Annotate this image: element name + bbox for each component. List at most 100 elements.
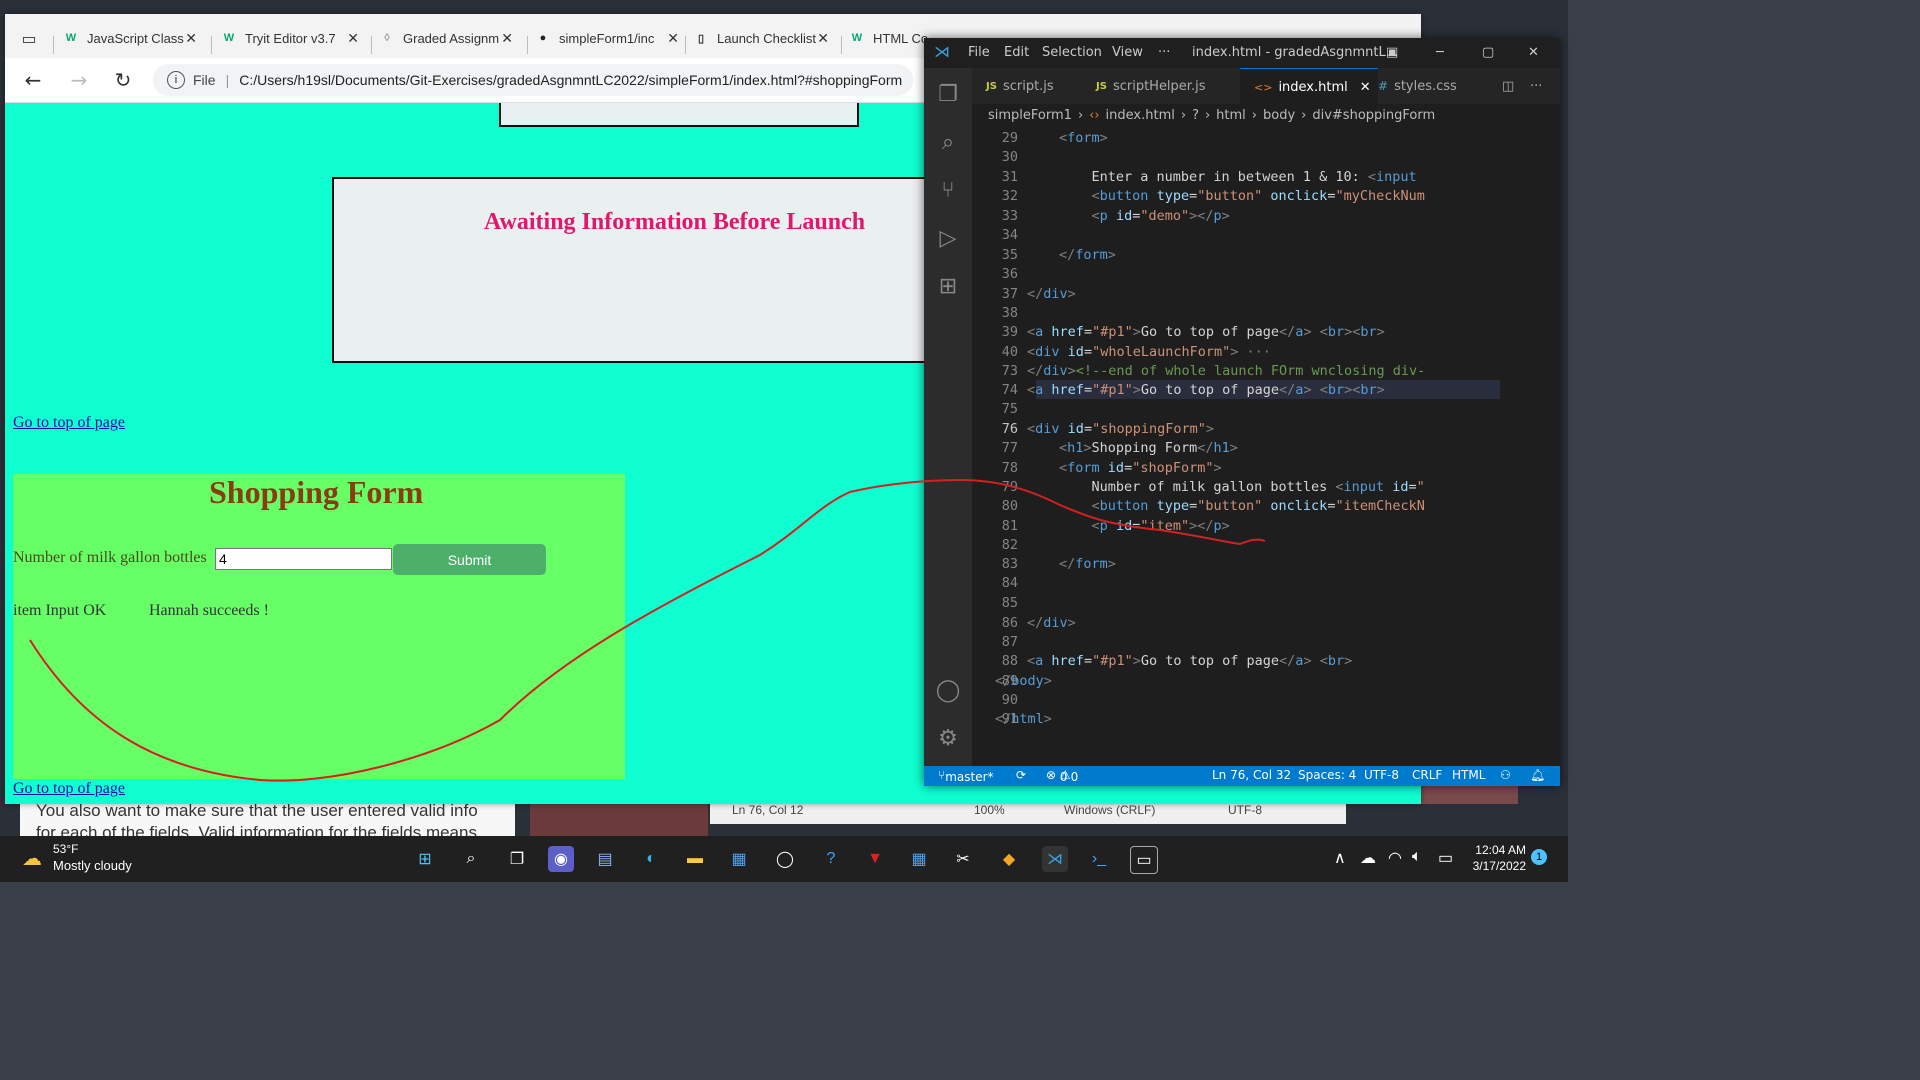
minimap[interactable]	[1500, 126, 1560, 766]
branch-status[interactable]: ⑂ master*	[938, 768, 994, 784]
encoding[interactable]: UTF-8	[1364, 768, 1399, 782]
crumb-div[interactable]: div#shoppingForm	[1312, 108, 1435, 123]
calendar-icon[interactable]: ▦	[906, 846, 932, 872]
menu-selection[interactable]: Selection	[1042, 45, 1102, 60]
code-editor[interactable]: 29 30 31 32 33 34 35 36 37 38 39 40 73 74 75 76 77 78 79 80…	[972, 126, 1556, 766]
menu-view[interactable]: View	[1112, 45, 1143, 60]
tab-graded-assignment[interactable]: ◊ Graded Assignm ✕	[379, 22, 519, 54]
powershell-icon[interactable]: ›_	[1086, 846, 1112, 872]
crumb-folder[interactable]: simpleForm1	[988, 108, 1072, 123]
html-icon: <>	[1254, 80, 1273, 94]
git-icon[interactable]: ◆	[996, 846, 1022, 872]
tab-actions-icon[interactable]: ▭	[15, 24, 43, 52]
source-control-icon[interactable]: ⑂	[934, 176, 962, 204]
tab-simpleform-github[interactable]: ● simpleForm1/inc ✕	[535, 22, 685, 54]
close-icon[interactable]: ✕	[817, 30, 829, 47]
end-of-line[interactable]: CRLF	[1412, 768, 1442, 782]
notepad-icon[interactable]: ▤	[592, 846, 618, 872]
split-editor-icon[interactable]: ◫	[1502, 68, 1514, 104]
run-debug-icon[interactable]: ▷	[934, 224, 962, 252]
close-icon[interactable]: ✕	[667, 30, 679, 47]
line-number: 82	[1001, 537, 1018, 553]
store-icon[interactable]: ▦	[726, 846, 752, 872]
crumb-file[interactable]: index.html	[1106, 108, 1175, 123]
milk-bottles-input[interactable]: 4	[215, 548, 392, 570]
minimize-icon[interactable]: ─	[1436, 45, 1444, 60]
notification-badge[interactable]: 1	[1531, 849, 1547, 865]
start-icon[interactable]: ⊞	[412, 846, 438, 872]
tab-styles-css[interactable]: # styles.css	[1364, 68, 1478, 104]
onedrive-icon[interactable]: ☁	[1360, 848, 1376, 868]
maximize-icon[interactable]: ▢	[1482, 45, 1494, 60]
terminal-icon[interactable]: ▭	[1130, 846, 1158, 874]
snipping-icon[interactable]: ✂	[950, 846, 976, 872]
tab-javascript-class[interactable]: W JavaScript Class ✕	[63, 22, 203, 54]
search-icon[interactable]: ⌕	[458, 846, 484, 872]
close-icon[interactable]: ✕	[347, 30, 359, 47]
line-number: 88	[1001, 653, 1018, 669]
clock[interactable]: 12:04 AM 3/17/2022	[1468, 842, 1526, 874]
explorer-icon[interactable]: ❐	[934, 80, 962, 108]
task-view-icon[interactable]: ❐	[504, 846, 530, 872]
github-desktop-icon[interactable]: ◯	[772, 846, 798, 872]
chevron-up-icon[interactable]: ∧	[1334, 848, 1346, 868]
notifications-bell-icon[interactable]: 🔔︎	[1530, 768, 1545, 782]
close-icon[interactable]: ✕	[501, 30, 513, 47]
submit-button[interactable]: Submit	[393, 544, 546, 575]
weather-icon[interactable]: ☁	[22, 846, 42, 871]
vscode-taskbar-icon[interactable]: ⋊	[1042, 846, 1068, 872]
close-icon[interactable]: ✕	[185, 30, 197, 47]
feedback-icon[interactable]: ⚇	[1500, 768, 1511, 782]
menu-more[interactable]: ···	[1158, 45, 1170, 60]
item-status-message: item Input OK	[13, 602, 107, 619]
editor-tabs: JS script.js JS scriptHelper.js <> index…	[972, 68, 1560, 105]
extensions-icon[interactable]: ⊞	[934, 272, 962, 300]
battery-icon[interactable]: ▭	[1438, 848, 1453, 868]
tab-script-js[interactable]: JS script.js	[972, 68, 1096, 104]
sync-icon[interactable]: ⟳	[1016, 768, 1026, 782]
close-window-icon[interactable]: ✕	[1528, 45, 1539, 60]
edge-icon[interactable]: ◐	[638, 846, 664, 872]
wifi-icon[interactable]: ◠	[1388, 848, 1402, 868]
tab-index-html[interactable]: <> index.html ✕	[1240, 68, 1378, 105]
tab-tryit-editor[interactable]: W Tryit Editor v3.7 ✕	[221, 22, 365, 54]
language-mode[interactable]: HTML	[1452, 768, 1485, 782]
menu-edit[interactable]: Edit	[1004, 45, 1029, 60]
success-message: Hannah succeeds !	[149, 602, 269, 619]
account-icon[interactable]: ◯	[934, 676, 962, 704]
forward-arrow-icon[interactable]: →	[65, 66, 93, 94]
w3schools-icon: W	[65, 32, 77, 44]
tab-scripthelper-js[interactable]: JS scriptHelper.js	[1082, 68, 1244, 104]
line-number: 30	[1001, 149, 1018, 165]
line-number: 84	[1001, 575, 1018, 591]
problems-status[interactable]: ⊗ 0 ⚠ 0	[1046, 768, 1078, 784]
help-icon[interactable]: ?	[818, 846, 844, 872]
line-number: 76	[1001, 421, 1018, 437]
file-explorer-icon[interactable]: ▬	[682, 846, 708, 872]
tab-label: simpleForm1/inc	[559, 30, 655, 46]
info-icon[interactable]: i	[167, 71, 185, 89]
more-actions-icon[interactable]: ···	[1530, 68, 1542, 104]
refresh-icon[interactable]: ↻	[109, 66, 137, 94]
teams-icon[interactable]: ◉	[548, 846, 574, 872]
layout-icon[interactable]: ▣	[1386, 45, 1398, 60]
temperature[interactable]: 53°F	[53, 842, 78, 856]
shopping-form-title: Shopping Form	[209, 474, 424, 510]
indentation[interactable]: Spaces: 4	[1298, 768, 1356, 782]
tab-launch-checklist[interactable]: ▯ Launch Checklist ✕	[693, 22, 835, 54]
settings-gear-icon[interactable]: ⚙	[934, 724, 962, 752]
go-to-top-link-bottom[interactable]: Go to top of page	[13, 780, 125, 798]
weather-description[interactable]: Mostly cloudy	[53, 858, 132, 873]
crumb-unknown[interactable]: ?	[1192, 108, 1199, 123]
crumb-html[interactable]: html	[1216, 108, 1246, 123]
crumb-body[interactable]: body	[1263, 108, 1295, 123]
cursor-position[interactable]: Ln 76, Col 32	[1212, 768, 1291, 782]
volume-icon[interactable]: 🔈︎	[1412, 848, 1422, 866]
search-icon[interactable]: ⌕	[934, 128, 962, 156]
menu-file[interactable]: File	[968, 45, 990, 60]
tab-html[interactable]: W HTML Co	[849, 22, 929, 54]
url-field[interactable]: i File | C:/Users/h19sl/Documents/Git-Ex…	[153, 64, 913, 96]
back-arrow-icon[interactable]: ←	[19, 66, 47, 94]
mcafee-icon[interactable]: ▼	[862, 846, 888, 872]
go-to-top-link[interactable]: Go to top of page	[13, 414, 125, 432]
